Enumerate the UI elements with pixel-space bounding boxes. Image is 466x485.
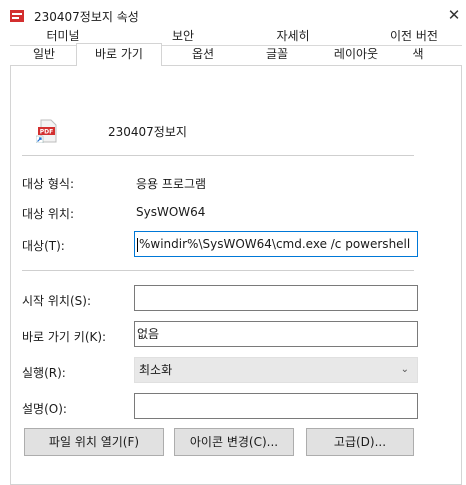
shortcut-key-label: 바로 가기 키(K): bbox=[22, 330, 107, 344]
comment-label: 설명(O): bbox=[22, 402, 67, 416]
target-type-value: 응용 프로그램 bbox=[136, 177, 207, 191]
pdf-app-icon bbox=[10, 10, 24, 22]
shortcut-key-text: 없음 bbox=[137, 327, 160, 341]
open-file-location-button[interactable]: 파일 위치 열기(F) bbox=[24, 428, 164, 456]
close-icon: ✕ bbox=[447, 6, 461, 24]
separator-1 bbox=[22, 155, 414, 156]
window-title: 230407정보지 속성 bbox=[34, 10, 139, 24]
separator-2 bbox=[22, 270, 414, 271]
tab-general[interactable]: 일반 bbox=[14, 44, 74, 64]
run-label: 실행(R): bbox=[22, 366, 66, 380]
shortcut-key-field[interactable]: 없음 bbox=[134, 321, 418, 347]
comment-field[interactable] bbox=[134, 393, 418, 419]
tab-font[interactable]: 글꼴 bbox=[240, 44, 314, 64]
target-field[interactable]: %windir%\SysWOW64\cmd.exe /c powershell bbox=[134, 231, 418, 257]
pdf-icon-text: PDF bbox=[40, 128, 53, 135]
run-dropdown-value: 최소화 bbox=[139, 363, 173, 377]
shortcut-name: 230407정보지 bbox=[108, 125, 187, 139]
close-button[interactable]: ✕ bbox=[444, 5, 464, 25]
tab-colors[interactable]: 색 bbox=[398, 44, 438, 64]
tab-shortcut[interactable]: 바로 가기 bbox=[76, 43, 162, 66]
tab-details[interactable]: 자세히 bbox=[250, 26, 336, 46]
advanced-button[interactable]: 고급(D)... bbox=[306, 428, 414, 456]
start-in-label: 시작 위치(S): bbox=[22, 294, 91, 308]
tab-options[interactable]: 옵션 bbox=[166, 44, 240, 64]
shortcut-properties-panel bbox=[10, 65, 462, 485]
target-label: 대상(T): bbox=[22, 239, 65, 253]
run-dropdown[interactable]: 최소화 ⌄ bbox=[134, 357, 418, 383]
target-location-value: SysWOW64 bbox=[136, 205, 206, 219]
target-field-text: %windir%\SysWOW64\cmd.exe /c powershell bbox=[139, 237, 411, 251]
change-icon-button[interactable]: 아이콘 변경(C)... bbox=[174, 428, 294, 456]
tab-previous-versions[interactable]: 이전 버전 bbox=[366, 26, 462, 46]
chevron-down-icon: ⌄ bbox=[400, 364, 409, 375]
text-caret bbox=[137, 237, 138, 252]
pdf-shortcut-icon: PDF bbox=[36, 119, 57, 143]
target-location-label: 대상 위치: bbox=[22, 207, 75, 221]
target-type-label: 대상 형식: bbox=[22, 177, 75, 191]
tab-layout[interactable]: 레이아웃 bbox=[314, 44, 398, 64]
start-in-field[interactable] bbox=[134, 285, 418, 311]
